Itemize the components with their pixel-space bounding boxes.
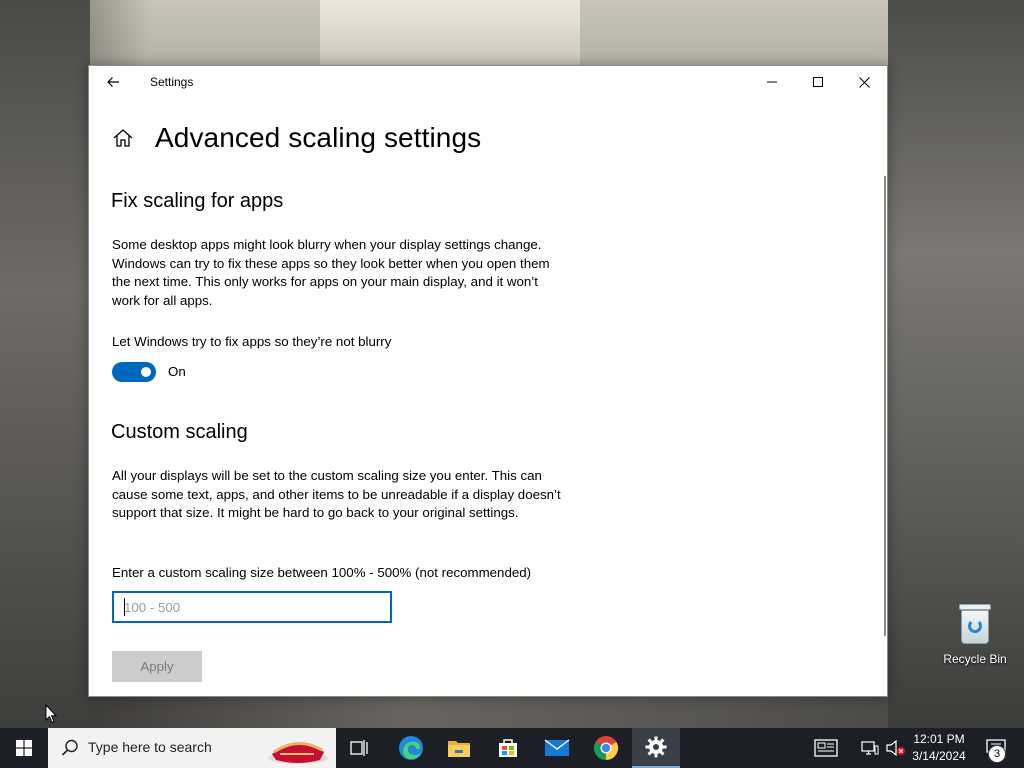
page-header: Advanced scaling settings [111,118,481,158]
taskbar-edge[interactable] [390,728,432,768]
news-icon [814,739,838,757]
home-button[interactable] [111,126,135,150]
scrollbar[interactable] [884,176,886,636]
minimize-icon [767,81,777,83]
taskbar-settings[interactable] [632,728,680,768]
close-icon [858,76,870,88]
apply-button[interactable]: Apply [112,651,202,682]
taskbar-file-explorer[interactable] [438,728,480,768]
custom-scaling-description: All your displays will be set to the cus… [112,468,561,520]
search-highlight-pie-icon [268,742,328,764]
recycle-bin-label: Recycle Bin [943,652,1007,666]
clock-date: 3/14/2024 [912,749,966,763]
store-icon [499,739,517,757]
title-bar[interactable]: Settings [89,66,887,98]
taskbar-store[interactable] [487,728,529,768]
blurry-fix-toggle-label: Let Windows try to fix apps so they’re n… [112,334,392,349]
search-icon [61,739,78,756]
toggle-knob [141,367,151,377]
network-button[interactable] [858,728,882,768]
search-placeholder: Type here to search [88,739,212,755]
blurry-fix-toggle[interactable] [112,362,156,382]
windows-logo-icon [16,740,32,756]
maximize-button[interactable] [795,66,841,98]
taskbar-news-button[interactable] [808,728,844,768]
toggle-state-label: On [168,364,186,379]
volume-button[interactable] [884,728,908,768]
taskbar-chrome[interactable] [585,728,627,768]
start-button[interactable] [0,728,48,768]
volume-muted-icon [886,740,905,756]
close-button[interactable] [841,66,887,98]
home-icon [113,129,133,147]
page-title: Advanced scaling settings [155,122,482,153]
task-view-button[interactable] [340,728,380,768]
back-arrow-icon [107,77,119,87]
taskbar-search-box[interactable]: Type here to search [48,728,336,768]
task-view-icon [350,740,368,756]
fix-scaling-description: Some desktop apps might look blurry when… [112,237,550,308]
chrome-icon [593,736,619,760]
wallpaper-rock [0,0,90,728]
network-icon [861,741,879,755]
recycle-bin-icon [957,604,993,646]
clock-time: 12:01 PM [913,732,965,746]
taskbar: Type here to search 12:01 PM 3/14/2024 [0,728,1024,768]
back-button[interactable] [97,68,129,96]
taskbar-mail[interactable] [536,728,578,768]
recycle-bin-shortcut[interactable]: Recycle Bin [938,600,1012,672]
fix-scaling-heading: Fix scaling for apps [111,190,284,212]
wallpaper-rock [88,697,888,728]
minimize-button[interactable] [749,66,795,98]
maximize-icon [813,77,823,87]
custom-scaling-heading: Custom scaling [111,421,248,443]
custom-scaling-input[interactable] [112,591,392,623]
custom-scaling-input-label: Enter a custom scaling size between 100%… [112,565,532,580]
window-title: Settings [150,75,194,89]
edge-icon [399,736,423,760]
gear-icon [645,736,667,758]
notification-count-badge: 3 [988,745,1006,763]
settings-window: Settings Advanced scaling settings Fix s… [88,65,888,697]
text-caret [124,598,125,616]
wallpaper-rock [320,0,580,70]
mail-icon [544,739,570,756]
taskbar-clock[interactable]: 12:01 PM 3/14/2024 [906,731,972,765]
folder-icon [448,741,470,757]
